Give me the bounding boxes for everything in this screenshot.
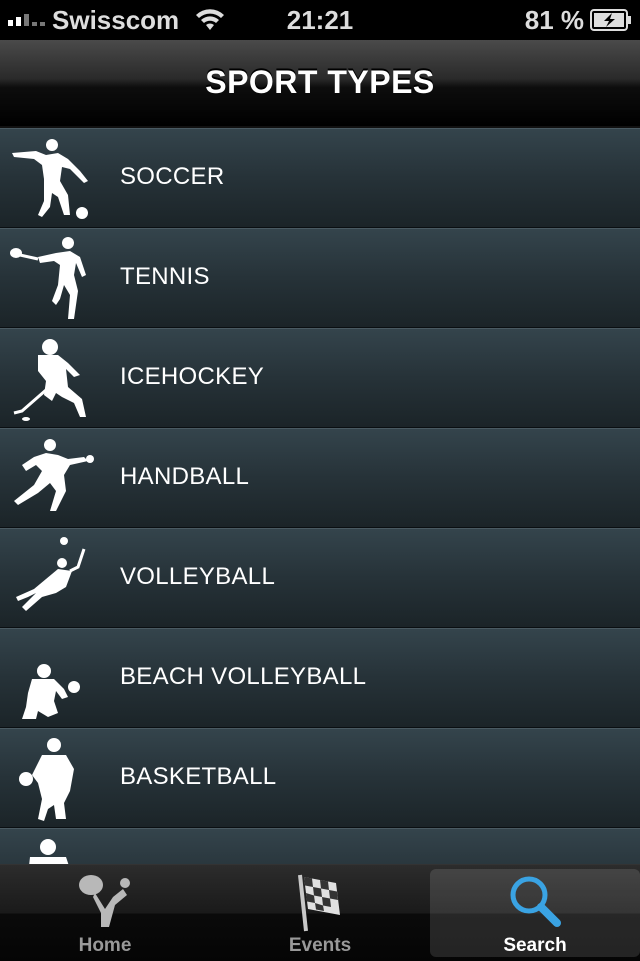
soccer-player-icon xyxy=(12,139,88,219)
list-item-handball[interactable]: HANDBALL xyxy=(0,428,640,528)
icehockey-player-icon xyxy=(13,339,86,421)
battery-charging-icon xyxy=(590,9,631,31)
tab-search[interactable]: Search xyxy=(430,869,640,957)
list-item-partial[interactable] xyxy=(0,828,640,864)
tab-bar: Home Events Search xyxy=(0,864,640,961)
list-item-soccer[interactable]: SOCCER xyxy=(0,128,640,228)
status-bar: Swisscom 21:21 81 % xyxy=(0,0,640,40)
navigation-bar: SPORT TYPES xyxy=(0,40,640,128)
sport-label: HANDBALL xyxy=(120,463,250,490)
list-item-volleyball[interactable]: VOLLEYBALL xyxy=(0,528,640,628)
tab-home[interactable]: Home xyxy=(0,865,210,961)
list-item-basketball[interactable]: BASKETBALL xyxy=(0,728,640,828)
sport-label: TENNIS xyxy=(120,263,210,290)
search-icon xyxy=(510,876,561,927)
tab-label: Home xyxy=(78,935,132,956)
handball-player-icon xyxy=(14,439,94,511)
sport-types-list[interactable]: SOCCER TENNIS ICEHOCKEY HANDBALL VOLLEYB… xyxy=(0,128,640,864)
sport-label: BASKETBALL xyxy=(120,763,277,790)
list-item-icehockey[interactable]: ICEHOCKEY xyxy=(0,328,640,428)
page-title: SPORT TYPES xyxy=(205,64,435,100)
tab-label: Search xyxy=(503,935,567,956)
sport-label: ICEHOCKEY xyxy=(120,363,265,390)
tennis-player-icon xyxy=(10,237,86,319)
home-figure-icon xyxy=(79,875,130,927)
volleyball-player-icon xyxy=(16,537,86,611)
tab-events[interactable]: Events xyxy=(215,865,425,961)
tab-label: Events xyxy=(288,935,352,956)
basketball-player-icon xyxy=(19,738,74,821)
sport-label: SOCCER xyxy=(120,163,225,190)
football-player-icon xyxy=(29,839,69,864)
list-item-tennis[interactable]: TENNIS xyxy=(0,228,640,328)
sport-label: VOLLEYBALL xyxy=(120,563,276,590)
checkered-flag-icon xyxy=(298,874,340,932)
beach-volleyball-player-icon xyxy=(22,664,80,719)
battery-percent: 81 % xyxy=(524,5,584,35)
sport-label: BEACH VOLLEYBALL xyxy=(120,663,367,690)
list-item-beach-volleyball[interactable]: BEACH VOLLEYBALL xyxy=(0,628,640,728)
